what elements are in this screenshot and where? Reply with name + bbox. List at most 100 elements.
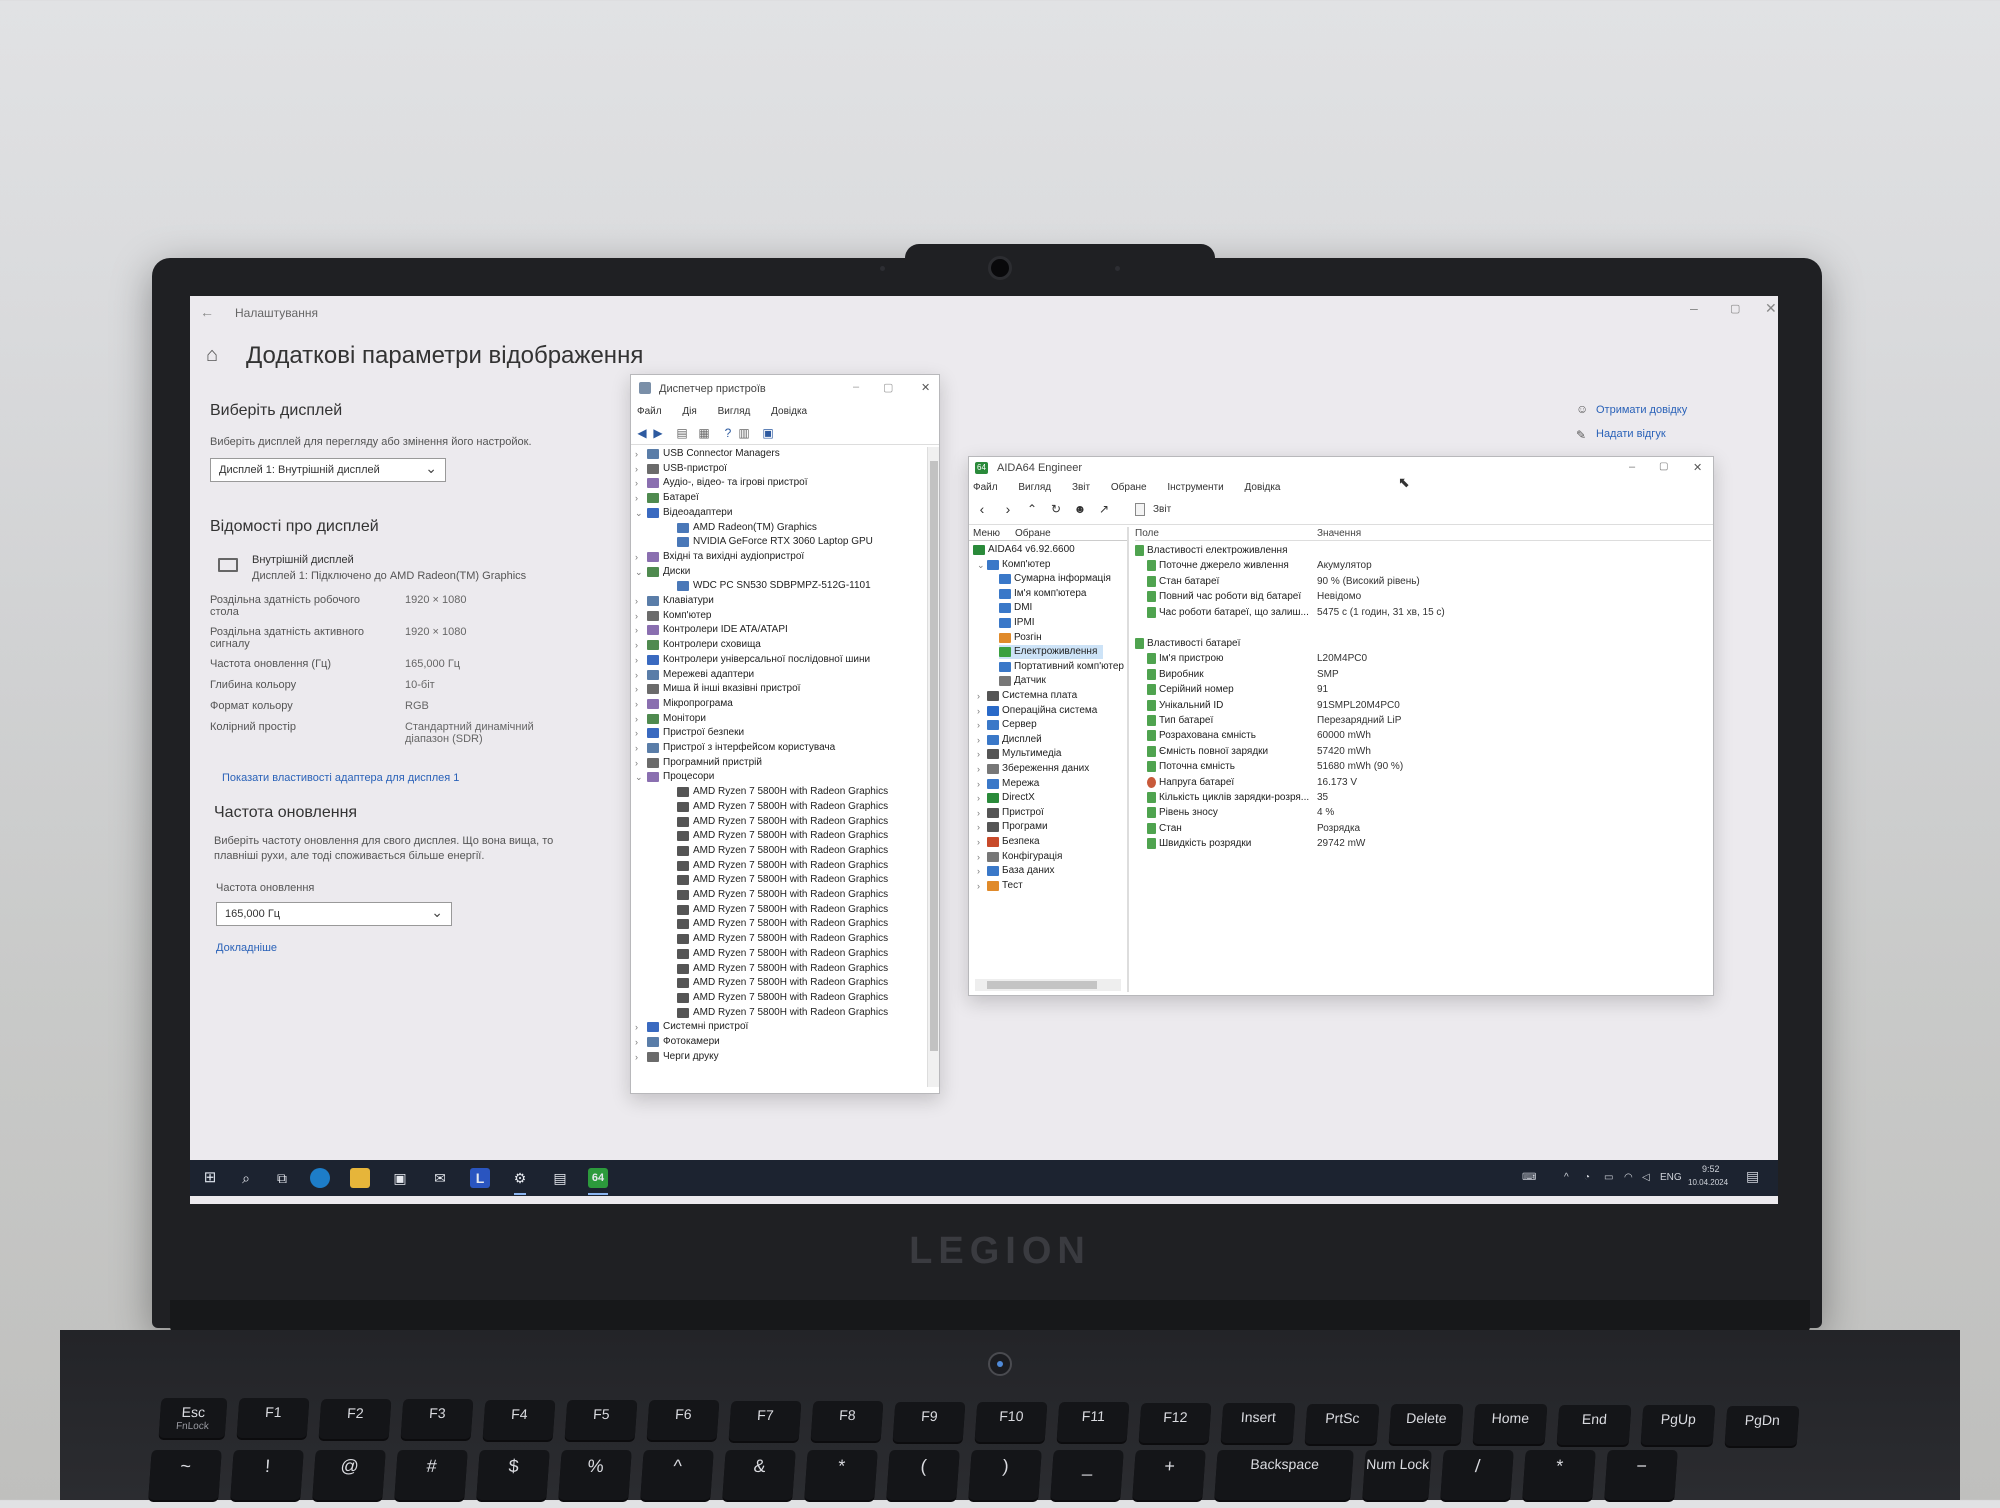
power-button-icon[interactable] xyxy=(988,1352,1012,1376)
chevron-right-icon[interactable]: › xyxy=(635,726,645,740)
wifi-icon[interactable]: ◠ xyxy=(1624,1172,1633,1183)
chevron-right-icon[interactable]: › xyxy=(635,1050,645,1064)
close-icon[interactable]: ✕ xyxy=(1765,300,1777,317)
device-category[interactable]: › USB-пристрої xyxy=(635,462,727,476)
device-category[interactable]: › Пристрої з інтерфейсом користувача xyxy=(635,741,835,755)
key[interactable]: ~ xyxy=(148,1450,222,1500)
scrollbar-thumb[interactable] xyxy=(930,461,938,1051)
device-item[interactable]: AMD Ryzen 7 5800H with Radeon Graphics xyxy=(677,859,888,873)
file-explorer-icon[interactable] xyxy=(350,1168,370,1188)
tree-item[interactable]: Сумарна інформація xyxy=(999,572,1111,586)
device-category[interactable]: › Монітори xyxy=(635,712,706,726)
device-item[interactable]: AMD Ryzen 7 5800H with Radeon Graphics xyxy=(677,800,888,814)
device-item[interactable]: AMD Ryzen 7 5800H with Radeon Graphics xyxy=(677,991,888,1005)
back-icon[interactable]: ‹ xyxy=(975,502,989,516)
tree-item[interactable]: Ім'я комп'ютера xyxy=(999,587,1086,601)
field-row[interactable]: Повний час роботи від батареї xyxy=(1147,589,1301,604)
key[interactable]: $ xyxy=(476,1450,550,1500)
field-row[interactable]: Тип батареї xyxy=(1147,713,1213,728)
field-row[interactable]: Час роботи батареї, що залиш... xyxy=(1147,605,1309,620)
key[interactable]: _ xyxy=(1050,1450,1124,1500)
menu-action[interactable]: Дія xyxy=(682,406,696,417)
tree-item[interactable]: › Мультимедіа xyxy=(977,747,1062,761)
chevron-right-icon[interactable]: › xyxy=(635,638,645,652)
device-item[interactable]: AMD Ryzen 7 5800H with Radeon Graphics xyxy=(677,844,888,858)
battery-icon[interactable]: ▭ xyxy=(1604,1172,1613,1183)
network-icon[interactable]: ◔ xyxy=(1584,1172,1590,1183)
key[interactable]: / xyxy=(1440,1450,1514,1500)
device-category[interactable]: › Фотокамери xyxy=(635,1035,720,1049)
back-arrow-icon[interactable]: ← xyxy=(200,304,214,320)
key[interactable]: @ xyxy=(312,1450,386,1500)
device-category[interactable]: › Пристрої безпеки xyxy=(635,726,744,740)
tree-item[interactable]: Портативний комп'ютер xyxy=(999,660,1124,674)
tree-item[interactable]: › Програми xyxy=(977,820,1048,834)
field-row[interactable]: Стан xyxy=(1147,821,1182,836)
chevron-right-icon[interactable]: › xyxy=(977,718,987,732)
aida64-taskbar-icon[interactable]: 64 xyxy=(588,1168,608,1188)
device-category[interactable]: ⌄ Процесори xyxy=(635,770,714,784)
key[interactable]: ! xyxy=(230,1450,304,1500)
device-category[interactable]: › Вхідні та вихідні аудіопристрої xyxy=(635,550,804,564)
tab-favorites[interactable]: Обране xyxy=(1015,528,1051,539)
device-item[interactable]: AMD Ryzen 7 5800H with Radeon Graphics xyxy=(677,947,888,961)
key[interactable]: ) xyxy=(968,1450,1042,1500)
key-f10[interactable]: F10 xyxy=(974,1402,1048,1442)
device-category[interactable]: › Системні пристрої xyxy=(635,1020,748,1034)
splitter[interactable] xyxy=(1127,527,1129,992)
chevron-right-icon[interactable]: › xyxy=(635,682,645,696)
tree-item[interactable]: ⌄ Комп'ютер xyxy=(977,558,1050,572)
task-view-icon[interactable]: ⧉ xyxy=(272,1168,292,1188)
refresh-icon[interactable]: ↻ xyxy=(1049,502,1063,516)
chevron-right-icon[interactable]: › xyxy=(977,806,987,820)
device-item[interactable]: AMD Ryzen 7 5800H with Radeon Graphics xyxy=(677,1006,888,1020)
help-icon[interactable]: ? xyxy=(721,426,735,440)
mail-icon[interactable]: ✉ xyxy=(430,1168,450,1188)
device-item[interactable]: AMD Ryzen 7 5800H with Radeon Graphics xyxy=(677,932,888,946)
device-item[interactable]: AMD Radeon(TM) Graphics xyxy=(677,521,817,535)
device-category[interactable]: ⌄ Диски xyxy=(635,565,690,579)
key[interactable]: Backspace xyxy=(1214,1450,1354,1500)
device-category[interactable]: › Контролери сховища xyxy=(635,638,761,652)
chevron-right-icon[interactable]: › xyxy=(635,594,645,608)
field-row[interactable]: Рівень зносу xyxy=(1147,805,1218,820)
chevron-right-icon[interactable]: › xyxy=(977,704,987,718)
key-f6[interactable]: F6 xyxy=(646,1400,720,1441)
menu-help[interactable]: Довідка xyxy=(771,406,807,417)
chevron-right-icon[interactable]: › xyxy=(635,447,645,461)
chevron-right-icon[interactable]: › xyxy=(635,476,645,490)
device-category[interactable]: › Мережеві адаптери xyxy=(635,668,754,682)
store-icon[interactable]: ▣ xyxy=(390,1168,410,1188)
tree-item[interactable]: IPMI xyxy=(999,616,1035,630)
chevron-right-icon[interactable]: › xyxy=(635,756,645,770)
menu-favorites[interactable]: Обране xyxy=(1111,482,1147,493)
maximize-icon[interactable]: ▢ xyxy=(883,381,893,394)
device-category[interactable]: › Контролери універсальної послідовної ши… xyxy=(635,653,870,667)
key-end[interactable]: End xyxy=(1556,1404,1632,1445)
device-item[interactable]: AMD Ryzen 7 5800H with Radeon Graphics xyxy=(677,976,888,990)
tree-item[interactable]: › Збереження даних xyxy=(977,762,1089,776)
device-category[interactable]: › Мікропрограма xyxy=(635,697,733,711)
notifications-icon[interactable]: ▤ xyxy=(1746,1168,1759,1185)
tree-item[interactable]: AIDA64 v6.92.6600 xyxy=(973,543,1075,557)
tree-item-selected[interactable]: Електроживлення xyxy=(999,645,1104,660)
tree-item[interactable]: Розгін xyxy=(999,631,1042,645)
device-item[interactable]: AMD Ryzen 7 5800H with Radeon Graphics xyxy=(677,917,888,931)
device-item[interactable]: AMD Ryzen 7 5800H with Radeon Graphics xyxy=(677,815,888,829)
start-icon[interactable]: ⊞ xyxy=(200,1168,220,1188)
tree-item[interactable]: › Мережа xyxy=(977,777,1039,791)
chevron-right-icon[interactable]: › xyxy=(635,550,645,564)
minimize-icon[interactable]: – xyxy=(853,381,859,393)
edge-icon[interactable] xyxy=(310,1168,330,1188)
device-category[interactable]: › Миша й інші вказівні пристрої xyxy=(635,682,800,696)
tree-item[interactable]: › Конфігурація xyxy=(977,850,1062,864)
key-pgdn[interactable]: PgDn xyxy=(1724,1405,1800,1446)
tree-item[interactable]: › Операційна система xyxy=(977,704,1097,718)
report-icon[interactable] xyxy=(1135,503,1145,516)
menu-file[interactable]: Файл xyxy=(637,406,662,417)
key-f2[interactable]: F2 xyxy=(318,1398,392,1439)
section-header[interactable]: Властивості батареї xyxy=(1135,636,1240,651)
tree-hscrollbar[interactable] xyxy=(975,979,1121,991)
device-category[interactable]: › Клавіатури xyxy=(635,594,714,608)
chevron-right-icon[interactable]: › xyxy=(635,653,645,667)
